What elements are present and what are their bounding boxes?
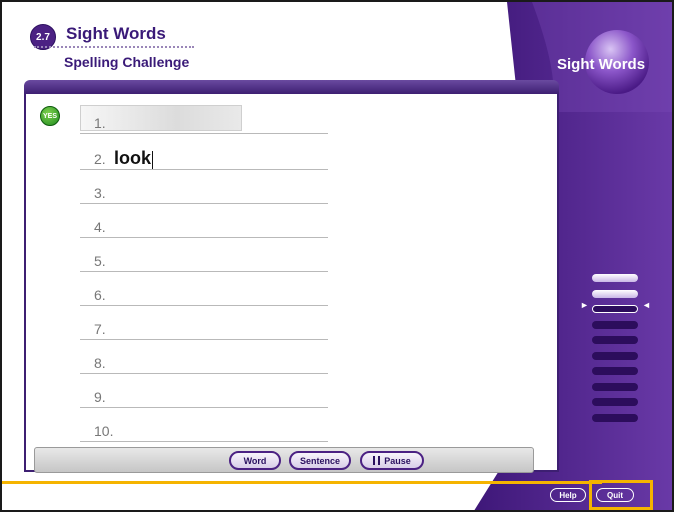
page-subtitle: Spelling Challenge [64,54,190,70]
callout-line [2,481,602,484]
pause-label: Pause [384,455,411,466]
row-number: 10. [94,423,114,439]
title-divider [34,46,194,48]
audio-toolbar: Word Sentence Pause [34,447,534,473]
progress-segment-9 [592,398,638,406]
word-row-3[interactable]: 3. [80,178,328,204]
correct-yes-icon: YES [40,106,60,126]
word-row-5[interactable]: 5. [80,246,328,272]
word-list-panel: YES 1. 2. look 3. 4. 5. 6. 7. 8. 9. 10. [24,94,559,472]
word-row-1: 1. [80,108,328,134]
quit-highlight-frame [589,480,653,510]
app-window: 2.7 Sight Words Spelling Challenge Sight… [0,0,674,512]
text-cursor [152,151,154,169]
page-title: Sight Words [66,24,166,43]
word-row-4[interactable]: 4. [80,212,328,238]
row-number: 6. [94,287,106,303]
row-number: 1. [94,115,106,131]
progress-segment-6 [592,351,638,360]
sentence-button[interactable]: Sentence [289,451,351,470]
current-marker-left-icon: ► [580,300,589,310]
pause-icon [373,456,381,465]
logo-text: Sight Words [557,56,646,73]
word-row-6[interactable]: 6. [80,280,328,306]
row-number: 7. [94,321,106,337]
progress-segment-2 [592,289,638,298]
progress-segment-8 [592,382,638,391]
progress-segment-3 [592,305,638,313]
progress-segment-7 [592,367,638,375]
word-list-header-bar [24,80,559,94]
row-number: 2. [94,151,106,167]
word-button[interactable]: Word [229,451,281,470]
row-number: 8. [94,355,106,371]
progress-segment-10 [592,413,638,422]
progress-segment-5 [592,336,638,344]
pause-button[interactable]: Pause [360,451,424,470]
row-number: 5. [94,253,106,269]
row-number: 3. [94,185,106,201]
typed-answer: look [114,148,154,169]
word-row-2[interactable]: 2. look [80,144,328,170]
row-number: 9. [94,389,106,405]
word-row-7[interactable]: 7. [80,314,328,340]
progress-segment-1 [592,274,638,282]
word-row-9[interactable]: 9. [80,382,328,408]
current-marker-right-icon: ◄ [642,300,651,310]
help-button[interactable]: Help [550,488,586,502]
progress-segment-4 [592,320,638,329]
row-number: 4. [94,219,106,235]
word-row-8[interactable]: 8. [80,348,328,374]
word-row-10[interactable]: 10. [80,416,328,442]
